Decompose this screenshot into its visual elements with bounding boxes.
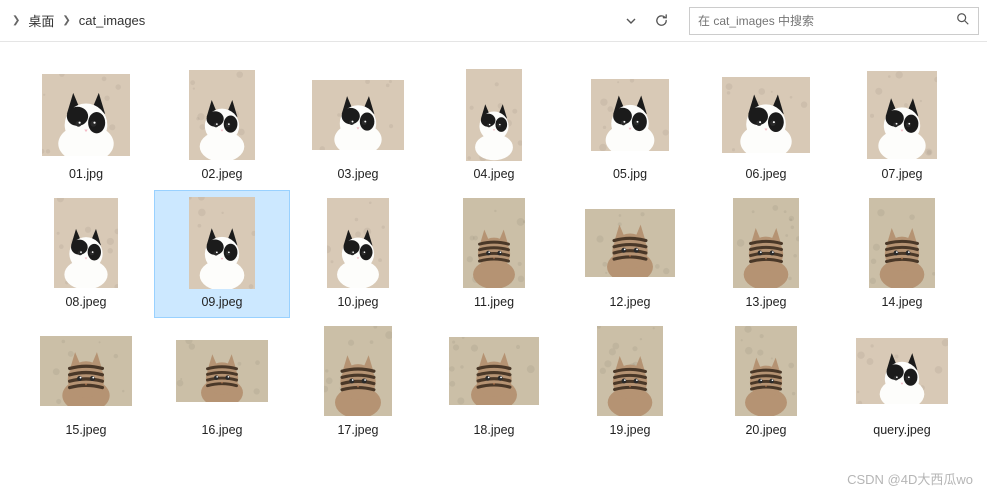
file-name-label: 03.jpeg (337, 167, 378, 181)
file-item[interactable]: 13.jpeg (698, 190, 834, 318)
file-thumbnail (448, 325, 540, 417)
file-item[interactable]: 05.jpg (562, 62, 698, 190)
file-item[interactable]: 12.jpeg (562, 190, 698, 318)
file-name-label: 19.jpeg (609, 423, 650, 437)
file-name-label: 18.jpeg (473, 423, 514, 437)
file-item[interactable]: query.jpeg (834, 318, 970, 446)
file-thumbnail (40, 325, 132, 417)
file-thumbnail (856, 325, 948, 417)
file-item[interactable]: 18.jpeg (426, 318, 562, 446)
file-thumbnail (584, 325, 676, 417)
file-name-label: 16.jpeg (201, 423, 242, 437)
file-thumbnail (720, 197, 812, 289)
file-item[interactable]: 20.jpeg (698, 318, 834, 446)
file-item[interactable]: 03.jpeg (290, 62, 426, 190)
file-name-label: 02.jpeg (201, 167, 242, 181)
file-name-label: 04.jpeg (473, 167, 514, 181)
file-name-label: 11.jpeg (474, 295, 514, 309)
file-thumbnail (176, 325, 268, 417)
chevron-right-icon: ❯ (12, 15, 20, 26)
file-thumbnail (584, 69, 676, 161)
file-item[interactable]: 16.jpeg (154, 318, 290, 446)
file-thumbnail (448, 197, 540, 289)
file-name-label: 09.jpeg (201, 295, 242, 309)
file-name-label: 05.jpg (613, 167, 647, 181)
file-thumbnail (720, 69, 812, 161)
file-grid: 01.jpg 02.jpeg 03.jpeg (0, 42, 987, 476)
search-box[interactable] (689, 7, 979, 35)
file-name-label: 06.jpeg (745, 167, 786, 181)
file-item[interactable]: 15.jpeg (18, 318, 154, 446)
breadcrumb-part[interactable]: cat_images (79, 13, 145, 28)
file-name-label: 12.jpeg (609, 295, 650, 309)
file-name-label: query.jpeg (873, 423, 930, 437)
file-item[interactable]: 14.jpeg (834, 190, 970, 318)
file-name-label: 10.jpeg (337, 295, 378, 309)
file-name-label: 13.jpeg (745, 295, 786, 309)
search-icon[interactable] (956, 12, 970, 29)
refresh-icon[interactable] (649, 9, 673, 33)
file-thumbnail (40, 69, 132, 161)
file-name-label: 08.jpeg (65, 295, 106, 309)
file-item[interactable]: 09.jpeg (154, 190, 290, 318)
file-thumbnail (856, 69, 948, 161)
breadcrumb-part[interactable]: 桌面 (28, 11, 54, 30)
file-item[interactable]: 01.jpg (18, 62, 154, 190)
file-thumbnail (312, 197, 404, 289)
file-thumbnail (40, 197, 132, 289)
file-item[interactable]: 19.jpeg (562, 318, 698, 446)
file-item[interactable]: 11.jpeg (426, 190, 562, 318)
file-item[interactable]: 04.jpeg (426, 62, 562, 190)
file-name-label: 01.jpg (69, 167, 103, 181)
file-thumbnail (720, 325, 812, 417)
search-input[interactable] (698, 14, 956, 28)
file-name-label: 17.jpeg (337, 423, 378, 437)
file-thumbnail (176, 69, 268, 161)
address-toolbar: ❯ 桌面 ❯ cat_images (0, 0, 987, 42)
file-thumbnail (584, 197, 676, 289)
file-thumbnail (312, 69, 404, 161)
file-item[interactable]: 02.jpeg (154, 62, 290, 190)
file-item[interactable]: 17.jpeg (290, 318, 426, 446)
file-item[interactable]: 10.jpeg (290, 190, 426, 318)
file-item[interactable]: 08.jpeg (18, 190, 154, 318)
chevron-right-icon: ❯ (62, 15, 70, 26)
file-name-label: 07.jpeg (881, 167, 922, 181)
breadcrumb[interactable]: ❯ 桌面 ❯ cat_images (12, 11, 145, 30)
file-name-label: 15.jpeg (65, 423, 106, 437)
file-thumbnail (448, 69, 540, 161)
history-dropdown-icon[interactable] (619, 9, 643, 33)
file-item[interactable]: 07.jpeg (834, 62, 970, 190)
file-name-label: 14.jpeg (881, 295, 922, 309)
file-item[interactable]: 06.jpeg (698, 62, 834, 190)
file-thumbnail (312, 325, 404, 417)
file-thumbnail (856, 197, 948, 289)
file-name-label: 20.jpeg (745, 423, 786, 437)
file-thumbnail (176, 197, 268, 289)
